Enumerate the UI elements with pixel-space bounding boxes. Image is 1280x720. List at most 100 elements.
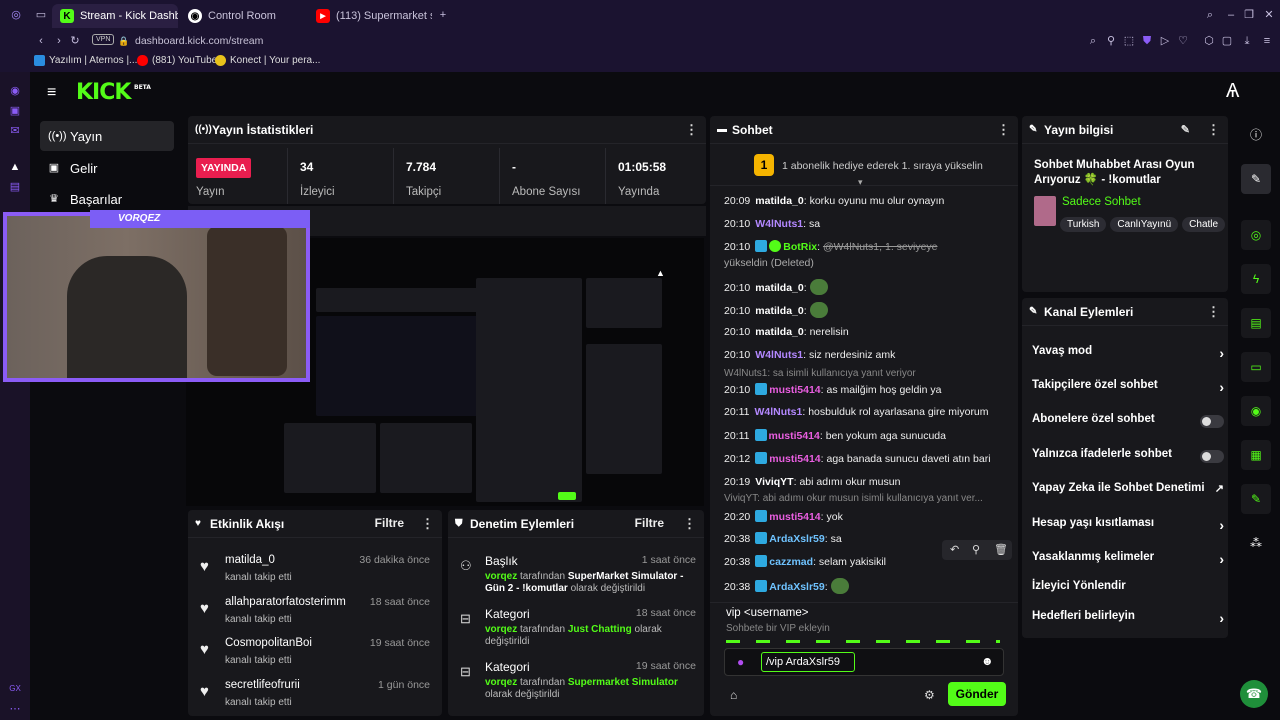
store-icon[interactable]: ⌂ bbox=[730, 688, 737, 702]
chat-username[interactable]: W4lNuts1 bbox=[755, 406, 803, 418]
document-icon[interactable]: ▤ bbox=[1241, 308, 1271, 338]
bookmark-youtube[interactable]: (881) YouTube bbox=[137, 55, 217, 66]
chat-message[interactable]: 20:20 musti5414: yok bbox=[724, 510, 1014, 524]
chat-message[interactable]: 20:11 W4lNuts1: hosbulduk rol ayarlasana … bbox=[724, 405, 1014, 419]
tag[interactable]: Chatle bbox=[1182, 217, 1226, 232]
edit-icon[interactable]: ✎ bbox=[1241, 164, 1271, 194]
kebab-menu-icon[interactable]: ⋮ bbox=[683, 516, 696, 532]
snapshot-icon[interactable]: ⬚ bbox=[1122, 34, 1136, 48]
kebab-menu-icon[interactable]: ⋮ bbox=[1207, 304, 1220, 320]
tab-kick-dashboard[interactable]: K Stream - Kick Dashboard bbox=[52, 4, 178, 28]
hamburger-menu-icon[interactable]: ≡ bbox=[47, 84, 56, 102]
reply-icon[interactable]: ↶ bbox=[950, 543, 959, 556]
apps-icon[interactable]: ⁂ bbox=[1241, 528, 1271, 558]
lightning-icon[interactable]: ϟ bbox=[1241, 264, 1271, 294]
kebab-menu-icon[interactable]: ⋮ bbox=[685, 122, 698, 138]
url-field[interactable]: dashboard.kick.com/stream bbox=[135, 35, 263, 47]
mod-actor[interactable]: vorqez bbox=[485, 624, 517, 635]
command-suggestion[interactable]: vip <username> Sohbete bir VIP ekleyin bbox=[710, 602, 1018, 636]
bookmark-aternos[interactable]: Yazılım | Aternos |... bbox=[34, 55, 137, 66]
chat-username[interactable]: musti5414 bbox=[769, 430, 820, 442]
menu-icon[interactable]: ≡ bbox=[1260, 34, 1274, 48]
forward-icon[interactable]: › bbox=[52, 34, 66, 48]
sidebar-more-icon[interactable]: GX bbox=[8, 682, 22, 696]
chat-input[interactable] bbox=[761, 652, 855, 672]
sidebar-app-icon[interactable]: ◉ bbox=[8, 84, 22, 98]
filter-button[interactable]: Filtre bbox=[375, 516, 404, 530]
toggle-switch[interactable] bbox=[1200, 415, 1224, 428]
chat-message[interactable]: 20:12 musti5414: aga banada sunucu daveti… bbox=[724, 452, 1014, 466]
action-slow-mode[interactable]: Yavaş mod › bbox=[1032, 345, 1224, 369]
chat-username[interactable]: matilda_0 bbox=[755, 282, 803, 294]
mod-actor[interactable]: vorqez bbox=[485, 571, 517, 582]
chat-username[interactable]: matilda_0 bbox=[755, 305, 803, 317]
chat-username[interactable]: matilda_0 bbox=[755, 195, 803, 207]
focus-icon[interactable]: ◎ bbox=[1241, 220, 1271, 250]
action-goals[interactable]: Hedefleri belirleyin › bbox=[1032, 610, 1224, 634]
chat-message[interactable]: 20:10 matilda_0: bbox=[724, 279, 1014, 295]
user-avatar-icon[interactable]: Ѧ bbox=[1226, 80, 1239, 103]
microphone-icon[interactable]: ● bbox=[737, 655, 744, 669]
new-tab-icon[interactable]: + bbox=[436, 8, 450, 22]
chat-username[interactable]: musti5414 bbox=[769, 453, 820, 465]
reload-icon[interactable]: ↻ bbox=[68, 34, 82, 48]
chat-username[interactable]: BotRix bbox=[783, 241, 817, 253]
wrench-icon[interactable]: ✎ bbox=[1241, 484, 1271, 514]
settings-gear-icon[interactable]: ⚙ bbox=[924, 688, 935, 702]
minimize-icon[interactable]: – bbox=[1224, 8, 1238, 22]
gift-banner[interactable]: 1 1 abonelik hediye ederek 1. sıraya yük… bbox=[710, 146, 1018, 188]
back-icon[interactable]: ‹ bbox=[34, 34, 48, 48]
kebab-menu-icon[interactable]: ⋮ bbox=[1207, 122, 1220, 138]
chat-message[interactable]: 20:10 musti5414: as mailğim hoş geldin ya bbox=[724, 383, 1014, 397]
workspaces-icon[interactable]: ▭ bbox=[34, 8, 48, 22]
pin-icon[interactable]: ⚲ bbox=[1104, 34, 1118, 48]
mod-actor[interactable]: vorqez bbox=[485, 677, 517, 688]
wallet-icon[interactable]: ▢ bbox=[1220, 34, 1234, 48]
emoji-icon[interactable]: ☻ bbox=[981, 654, 994, 668]
chat-username[interactable]: musti5414 bbox=[769, 384, 820, 396]
help-button[interactable]: ☎ bbox=[1240, 680, 1268, 708]
twitch-icon[interactable]: ▤ bbox=[8, 180, 22, 194]
sidebar-app-icon[interactable]: ▲ bbox=[8, 160, 22, 174]
tab-youtube[interactable]: ▶ (113) Supermarket simulat bbox=[308, 4, 432, 28]
sidebar-dots-icon[interactable]: ⋯ bbox=[8, 702, 22, 716]
chat-username[interactable]: musti5414 bbox=[769, 511, 820, 523]
chat-message[interactable]: 20:09 matilda_0: korku oyunu mu olur oyna… bbox=[724, 194, 1014, 208]
action-raid[interactable]: İzleyici Yönlendir bbox=[1032, 580, 1224, 604]
chat-icon[interactable]: ▭ bbox=[1241, 352, 1271, 382]
send-button[interactable]: Gönder bbox=[948, 682, 1006, 706]
chat-message[interactable]: 20:10 BotRix: @W4lNuts1, 1. seviyeye bbox=[724, 240, 1014, 254]
shield-icon[interactable]: ⛊ bbox=[1140, 34, 1154, 48]
vpn-badge[interactable]: VPN bbox=[92, 34, 115, 45]
event-user[interactable]: CosmopolitanBoi bbox=[225, 637, 312, 649]
nav-item-yayin[interactable]: ((•)) Yayın bbox=[40, 121, 174, 151]
opera-logo-icon[interactable]: ◎ bbox=[9, 8, 23, 22]
info-icon[interactable]: ⓘ bbox=[1241, 120, 1271, 150]
kick-logo[interactable]: KICK BETA bbox=[76, 80, 151, 105]
stream-category[interactable]: Sadece Sohbet bbox=[1062, 196, 1141, 208]
action-ai-moderation[interactable]: Yapay Zeka ile Sohbet Denetimi ↗ bbox=[1032, 482, 1224, 506]
chat-message[interactable]: 20:10 W4lNuts1: siz nerdesiniz amk bbox=[724, 348, 1014, 362]
chat-username[interactable]: cazzmad bbox=[769, 556, 813, 568]
pin-handle-icon[interactable]: ▾ bbox=[858, 177, 863, 188]
chat-message[interactable]: 20:10 matilda_0: nerelisin bbox=[724, 325, 1014, 339]
pin-icon[interactable]: ⚲ bbox=[972, 543, 980, 556]
bookmark-konect[interactable]: Konect | Your pera... bbox=[215, 55, 320, 66]
play-icon[interactable]: ▷ bbox=[1158, 34, 1172, 48]
chat-message[interactable]: 20:10 matilda_0: bbox=[724, 302, 1014, 318]
extensions-icon[interactable]: ⬡ bbox=[1202, 34, 1216, 48]
chat-username[interactable]: W4lNuts1 bbox=[755, 349, 803, 361]
nav-item-gelir[interactable]: ▣ Gelir bbox=[40, 153, 174, 183]
zoom-icon[interactable]: ⌕ bbox=[1086, 34, 1100, 48]
sidebar-app-icon[interactable]: ▣ bbox=[8, 104, 22, 118]
download-icon[interactable]: ⤓ bbox=[1240, 34, 1254, 48]
event-user[interactable]: allahparatorfatosterimm bbox=[225, 596, 346, 608]
chat-message[interactable]: 20:10 W4lNuts1: sa bbox=[724, 217, 1014, 231]
toggle-switch[interactable] bbox=[1200, 450, 1224, 463]
action-followers-only[interactable]: Takipçilere özel sohbet › bbox=[1032, 379, 1224, 403]
event-user[interactable]: secretlifeofrurii bbox=[225, 679, 300, 691]
delete-icon[interactable]: 🗑 bbox=[994, 543, 1008, 556]
chat-message[interactable]: 20:11 musti5414: ben yokum aga sunucuda bbox=[724, 429, 1014, 443]
broadcast-icon[interactable]: ◉ bbox=[1241, 396, 1271, 426]
restore-icon[interactable]: ❐ bbox=[1242, 8, 1256, 22]
